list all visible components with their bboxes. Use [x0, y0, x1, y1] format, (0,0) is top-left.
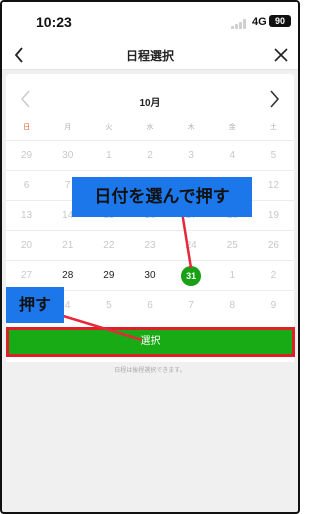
weekday-header: 日 月 火 水 木 金 土	[6, 118, 294, 138]
calendar-week-row: 27 28 29 30 31 1 2	[6, 260, 294, 290]
weekday-label: 火	[105, 124, 113, 131]
calendar-day[interactable]: 1	[212, 261, 253, 290]
close-icon[interactable]	[270, 44, 292, 66]
status-time: 10:23	[36, 14, 72, 30]
calendar-day[interactable]: 7	[171, 291, 212, 320]
calendar-day[interactable]: 6	[6, 171, 47, 200]
calendar-day[interactable]: 12	[253, 171, 294, 200]
calendar-day[interactable]: 3	[171, 141, 212, 170]
calendar-day[interactable]: 2	[129, 141, 170, 170]
calendar-week-row: 29 30 1 2 3 4 5	[6, 140, 294, 170]
calendar-day[interactable]: 26	[253, 231, 294, 260]
calendar-day[interactable]: 6	[129, 291, 170, 320]
weekday-label: 日	[23, 124, 31, 131]
calendar-day[interactable]: 1	[88, 141, 129, 170]
status-bar: 10:23 4G 90	[2, 2, 298, 40]
calendar-day[interactable]: 28	[47, 261, 88, 290]
weekday-label: 木	[187, 124, 195, 131]
network-type: 4G	[252, 16, 267, 28]
nav-header: 日程選択	[2, 40, 298, 70]
battery-icon: 90	[269, 15, 291, 27]
calendar-day[interactable]: 20	[6, 231, 47, 260]
calendar-day[interactable]: 24	[171, 231, 212, 260]
calendar-day[interactable]: 23	[129, 231, 170, 260]
calendar-day[interactable]: 29	[88, 261, 129, 290]
signal-icon	[231, 19, 247, 29]
weekday-label: 月	[64, 124, 72, 131]
date-callout: 日付を選んで押す	[72, 177, 252, 217]
weekday-label: 土	[269, 124, 277, 131]
calendar-day[interactable]: 30	[47, 141, 88, 170]
calendar-day[interactable]: 9	[253, 291, 294, 320]
calendar-week-row: 20 21 22 23 24 25 26	[6, 230, 294, 260]
calendar-day[interactable]: 25	[212, 231, 253, 260]
calendar-day-label: 31	[181, 265, 202, 286]
weekday-label: 水	[146, 124, 154, 131]
calendar-day[interactable]: 30	[129, 261, 170, 290]
calendar-day[interactable]: 5	[253, 141, 294, 170]
calendar-day[interactable]: 29	[6, 141, 47, 170]
month-label: 10月	[139, 98, 161, 109]
calendar-day[interactable]: 2	[253, 261, 294, 290]
calendar-day[interactable]: 13	[6, 201, 47, 230]
page-title: 日程選択	[125, 49, 174, 63]
calendar-day[interactable]: 19	[253, 201, 294, 230]
phone-screen: 10:23 4G 90 日程選択 10月 日 月 火 水 木 金 土 29 30…	[0, 0, 300, 514]
calendar-day[interactable]: 22	[88, 231, 129, 260]
month-navigation: 10月	[6, 80, 294, 118]
calendar-day-selected[interactable]: 31	[171, 261, 212, 290]
weekday-label: 金	[228, 124, 236, 131]
note-text: 日程は後程選択できます。	[114, 368, 186, 374]
calendar-day[interactable]: 5	[88, 291, 129, 320]
next-month-icon[interactable]	[266, 88, 282, 110]
push-callout: 押す	[6, 287, 64, 323]
select-button[interactable]: 選択	[6, 327, 295, 357]
calendar-day[interactable]: 27	[6, 261, 47, 290]
calendar-day[interactable]: 4	[212, 141, 253, 170]
calendar-day[interactable]: 8	[212, 291, 253, 320]
calendar-day[interactable]: 21	[47, 231, 88, 260]
